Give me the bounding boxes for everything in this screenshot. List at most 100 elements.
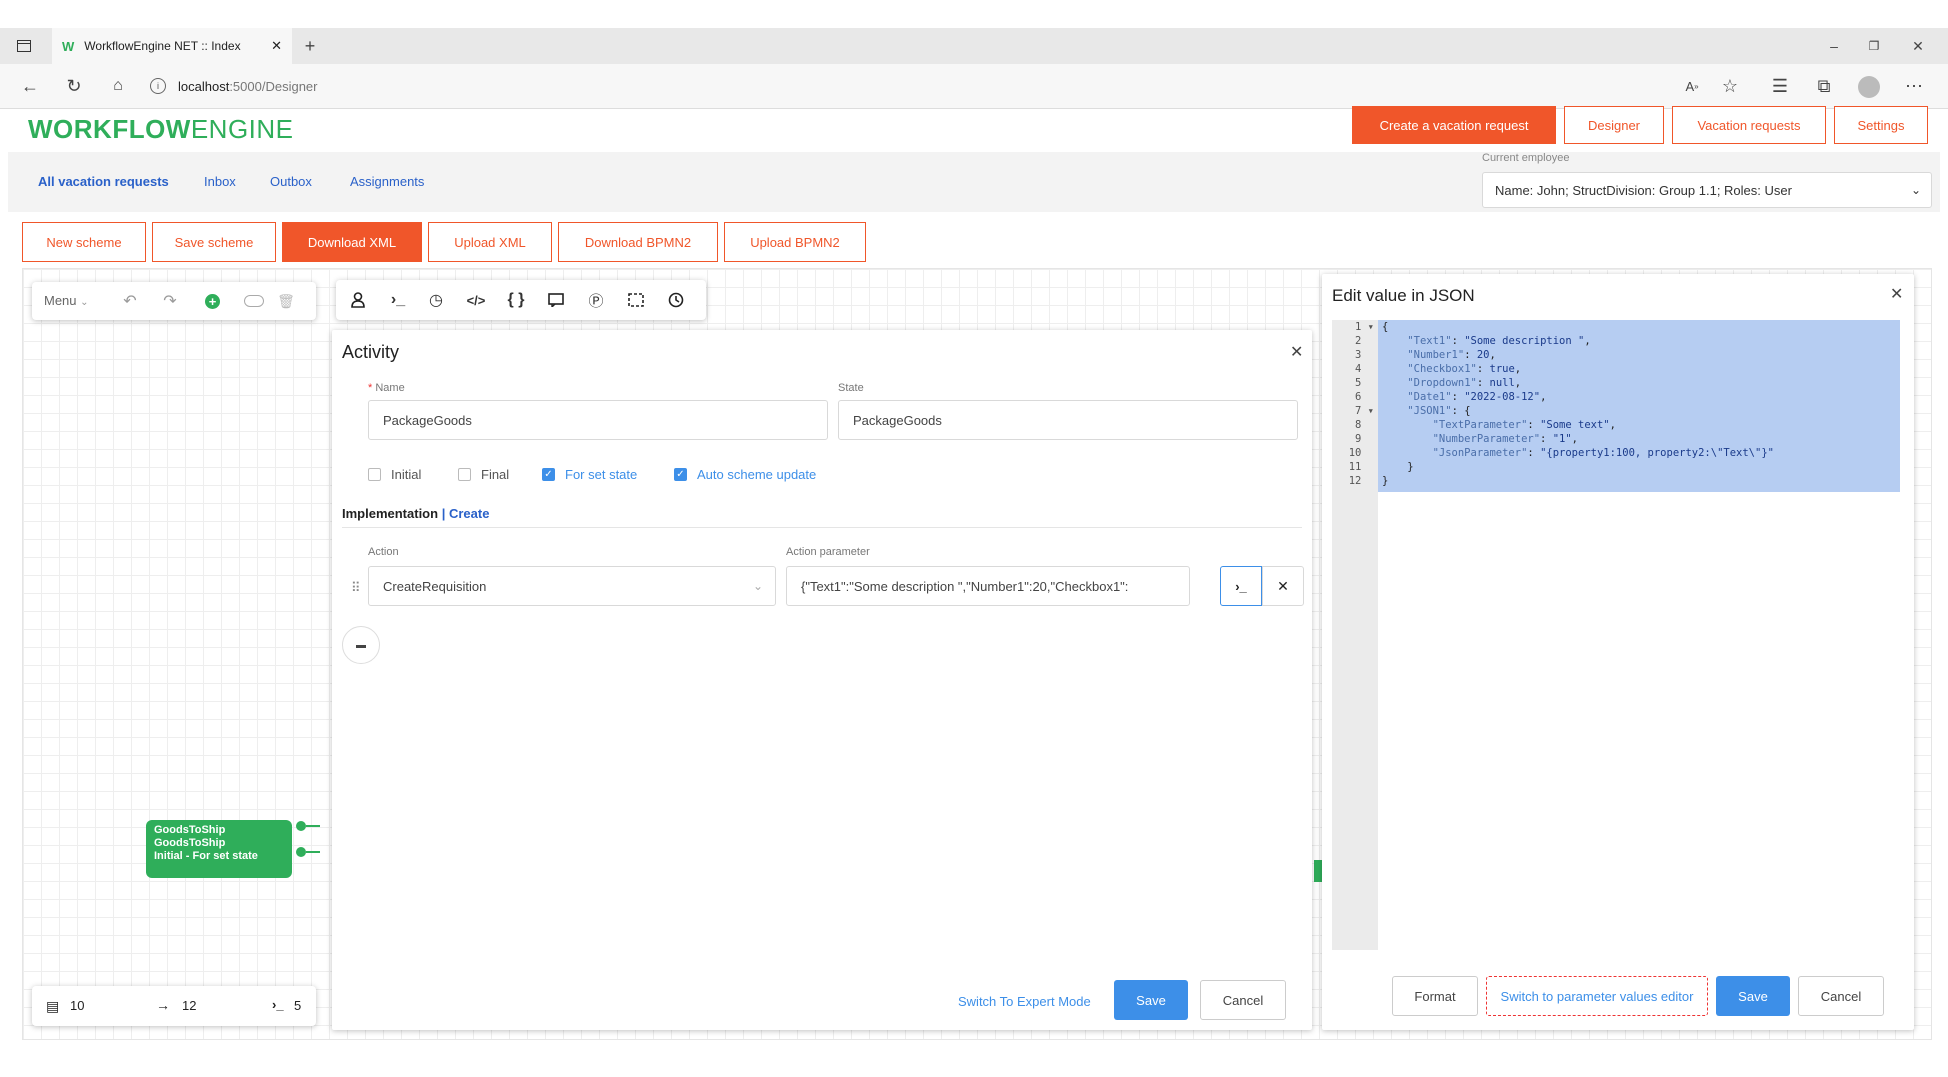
for-set-state-checkbox[interactable]: ✓ For set state <box>542 467 637 482</box>
browser-tab[interactable]: W WorkflowEngine NET :: Index ✕ <box>52 28 292 64</box>
new-tab-icon[interactable]: + <box>298 34 322 58</box>
action-parameter-input[interactable]: {"Text1":"Some description ","Number1":2… <box>786 566 1190 606</box>
element-toolbar: ›_ ◷ </> { } Ⓟ <box>336 280 706 320</box>
read-aloud-icon[interactable]: A» <box>1680 74 1704 98</box>
line-number: 1 ▾ <box>1355 321 1374 333</box>
profile-avatar[interactable] <box>1858 76 1880 98</box>
add-comment-button[interactable]: ▬ <box>342 626 380 664</box>
canvas-menu-toolbar: Menu ⌄ ↶ ↷ + 🗑 <box>32 282 316 320</box>
home-icon[interactable]: ⌂ <box>106 74 130 98</box>
json-cancel-button[interactable]: Cancel <box>1798 976 1884 1016</box>
braces-icon[interactable]: { } <box>502 286 530 314</box>
format-button[interactable]: Format <box>1392 976 1478 1016</box>
refresh-icon[interactable]: ↻ <box>62 74 86 98</box>
logo-bold: WORKFLOW <box>28 114 191 144</box>
vacation-requests-button[interactable]: Vacation requests <box>1672 106 1826 144</box>
designer-button[interactable]: Designer <box>1564 106 1664 144</box>
create-link[interactable]: Create <box>449 506 489 521</box>
activity-close-icon[interactable]: ✕ <box>1290 342 1303 362</box>
name-input[interactable]: PackageGoods <box>368 400 828 440</box>
minimize-icon[interactable]: – <box>1822 34 1846 58</box>
restore-icon[interactable]: ❐ <box>1862 34 1886 58</box>
toggle-icon[interactable] <box>244 295 264 307</box>
check-icon: ✓ <box>674 468 687 481</box>
code-icon[interactable]: </> <box>462 286 490 314</box>
code-line: "JSON1": { <box>1407 405 1471 417</box>
code-line: } <box>1382 475 1389 487</box>
undo-icon[interactable]: ↶ <box>116 287 144 315</box>
new-scheme-button[interactable]: New scheme <box>22 222 146 262</box>
auto-scheme-update-checkbox[interactable]: ✓ Auto scheme update <box>674 467 816 482</box>
favorite-star-icon[interactable]: ☆ <box>1718 74 1742 98</box>
node-connector-top[interactable] <box>296 821 306 831</box>
switch-expert-mode-link[interactable]: Switch To Expert Mode <box>958 994 1091 1009</box>
redo-icon[interactable]: ↷ <box>156 287 184 315</box>
upload-xml-button[interactable]: Upload XML <box>428 222 552 262</box>
json-save-button[interactable]: Save <box>1716 976 1790 1016</box>
name-value: PackageGoods <box>383 412 472 428</box>
close-window-icon[interactable]: ✕ <box>1906 34 1930 58</box>
trash-icon[interactable]: 🗑 <box>272 287 300 315</box>
action-select[interactable]: CreateRequisition ⌄ <box>368 566 776 606</box>
checkbox-label: For set state <box>565 467 638 482</box>
actor-icon[interactable] <box>344 286 372 314</box>
action-label: Action <box>368 546 399 558</box>
state-input[interactable]: PackageGoods <box>838 400 1298 440</box>
code-line: "Number1": 20, <box>1407 349 1496 361</box>
more-icon[interactable]: ⋯ <box>1902 74 1926 98</box>
app-logo[interactable]: WORKFLOWENGINE <box>28 114 294 145</box>
add-icon[interactable]: + <box>205 294 220 309</box>
activity-node-goodstoship[interactable]: GoodsToShip GoodsToShip Initial - For se… <box>146 820 292 878</box>
node-connector-bottom[interactable] <box>296 847 306 857</box>
activity-save-button[interactable]: Save <box>1114 980 1188 1020</box>
line-gutter: 1 ▾ 2 3 4 5 6 7 ▾ 8 9 10 11 12 <box>1332 320 1378 950</box>
current-employee-select[interactable]: Name: John; StructDivision: Group 1.1; R… <box>1482 172 1932 208</box>
line-number: 12 <box>1348 475 1374 487</box>
activities-count: 10 <box>70 998 85 1013</box>
favorites-icon[interactable]: ☰ <box>1768 74 1792 98</box>
actions-count-icon: ›_ <box>272 997 284 1012</box>
nav-outbox[interactable]: Outbox <box>270 174 312 189</box>
comment-icon[interactable] <box>542 286 570 314</box>
close-tab-icon[interactable]: ✕ <box>271 38 282 54</box>
checkbox-label: Auto scheme update <box>697 467 817 482</box>
current-employee-value: Name: John; StructDivision: Group 1.1; R… <box>1495 182 1792 198</box>
settings-button[interactable]: Settings <box>1834 106 1928 144</box>
activity-cancel-button[interactable]: Cancel <box>1200 980 1286 1020</box>
checkbox-box <box>368 468 381 481</box>
remove-action-button[interactable]: ✕ <box>1262 566 1304 606</box>
nav-all-vacation-requests[interactable]: All vacation requests <box>38 174 169 189</box>
collections-icon[interactable]: ⧉ <box>1812 74 1836 98</box>
final-checkbox[interactable]: Final <box>458 467 509 482</box>
transitions-count-icon: → <box>156 997 170 1013</box>
site-info-icon[interactable]: i <box>150 78 166 94</box>
favicon-icon: W <box>62 38 75 54</box>
selection-area-icon[interactable] <box>622 286 650 314</box>
command-icon[interactable]: ›_ <box>384 286 412 314</box>
upload-bpmn2-button[interactable]: Upload BPMN2 <box>724 222 866 262</box>
nav-assignments[interactable]: Assignments <box>350 174 424 189</box>
line-number: 10 <box>1348 447 1374 459</box>
parameter-icon[interactable]: Ⓟ <box>582 286 610 314</box>
edit-parameter-button[interactable]: ›_ <box>1220 566 1262 606</box>
json-close-icon[interactable]: ✕ <box>1890 284 1903 304</box>
line-number: 8 <box>1355 419 1374 431</box>
switch-parameter-editor-button[interactable]: Switch to parameter values editor <box>1486 976 1708 1016</box>
timer-icon[interactable]: ◷ <box>422 286 450 314</box>
name-label-text: Name <box>375 382 405 394</box>
history-icon[interactable] <box>662 286 690 314</box>
menu-dropdown[interactable]: Menu ⌄ <box>44 293 89 308</box>
create-vacation-request-button[interactable]: Create a vacation request <box>1352 106 1556 144</box>
nav-inbox[interactable]: Inbox <box>204 174 236 189</box>
tab-actions-icon[interactable] <box>12 34 36 58</box>
url-field[interactable]: i localhost:5000/Designer <box>150 72 1650 100</box>
initial-checkbox[interactable]: Initial <box>368 467 421 482</box>
download-xml-button[interactable]: Download XML <box>282 222 422 262</box>
json-code-editor[interactable]: 1 ▾ 2 3 4 5 6 7 ▾ 8 9 10 11 12 { "Text1": … <box>1332 320 1904 950</box>
save-scheme-button[interactable]: Save scheme <box>152 222 276 262</box>
download-bpmn2-button[interactable]: Download BPMN2 <box>558 222 718 262</box>
chevron-down-icon: ⌄ <box>1910 183 1921 197</box>
checkbox-label: Initial <box>391 467 422 482</box>
drag-handle-icon[interactable]: ⠿ <box>351 580 361 596</box>
back-icon[interactable]: ← <box>18 74 42 98</box>
